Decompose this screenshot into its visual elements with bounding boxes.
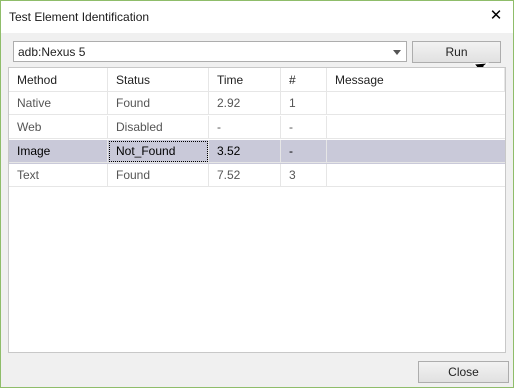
cell-method: Text: [9, 164, 108, 187]
column-header-message[interactable]: Message: [327, 68, 505, 92]
cell-status: Disabled: [108, 116, 209, 139]
cell-method: Image: [9, 140, 108, 163]
column-header-count[interactable]: #: [281, 68, 327, 92]
window-title: Test Element Identification: [9, 10, 150, 24]
column-header-time[interactable]: Time: [209, 68, 281, 92]
table-row[interactable]: Text Found 7.52 3: [9, 164, 505, 188]
cell-count: 3: [281, 164, 327, 187]
cell-time: 2.92: [209, 92, 281, 115]
column-header-status[interactable]: Status: [108, 68, 209, 92]
table-row[interactable]: Web Disabled - -: [9, 116, 505, 140]
title-bar[interactable]: Test Element Identification ✕: [1, 1, 513, 33]
cell-status: Found: [108, 164, 209, 187]
table-row-selected[interactable]: Image Not_Found 3.52 -: [9, 140, 505, 164]
cell-message: [327, 116, 505, 139]
cell-time: 7.52: [209, 164, 281, 187]
chevron-down-icon[interactable]: [393, 50, 401, 55]
cell-count: 1: [281, 92, 327, 115]
cell-status: Not_Found: [108, 140, 209, 163]
results-table: Method Status Time # Message Native Foun…: [8, 67, 506, 353]
close-icon[interactable]: ✕: [489, 7, 503, 25]
table-header: Method Status Time # Message: [9, 68, 505, 92]
cell-message: [327, 140, 505, 163]
device-select-value: adb:Nexus 5: [18, 45, 86, 59]
cell-count: -: [281, 140, 327, 163]
cell-method: Native: [9, 92, 108, 115]
cell-status: Found: [108, 92, 209, 115]
column-header-method[interactable]: Method: [9, 68, 108, 92]
device-select[interactable]: adb:Nexus 5: [13, 41, 407, 62]
dialog-window: Test Element Identification ✕ adb:Nexus …: [0, 0, 514, 388]
cell-time: 3.52: [209, 140, 281, 163]
cell-message: [327, 164, 505, 187]
close-button[interactable]: Close: [418, 361, 509, 383]
table-row[interactable]: Native Found 2.92 1: [9, 92, 505, 116]
cell-time: -: [209, 116, 281, 139]
cell-method: Web: [9, 116, 108, 139]
cell-message: [327, 92, 505, 115]
cell-count: -: [281, 116, 327, 139]
